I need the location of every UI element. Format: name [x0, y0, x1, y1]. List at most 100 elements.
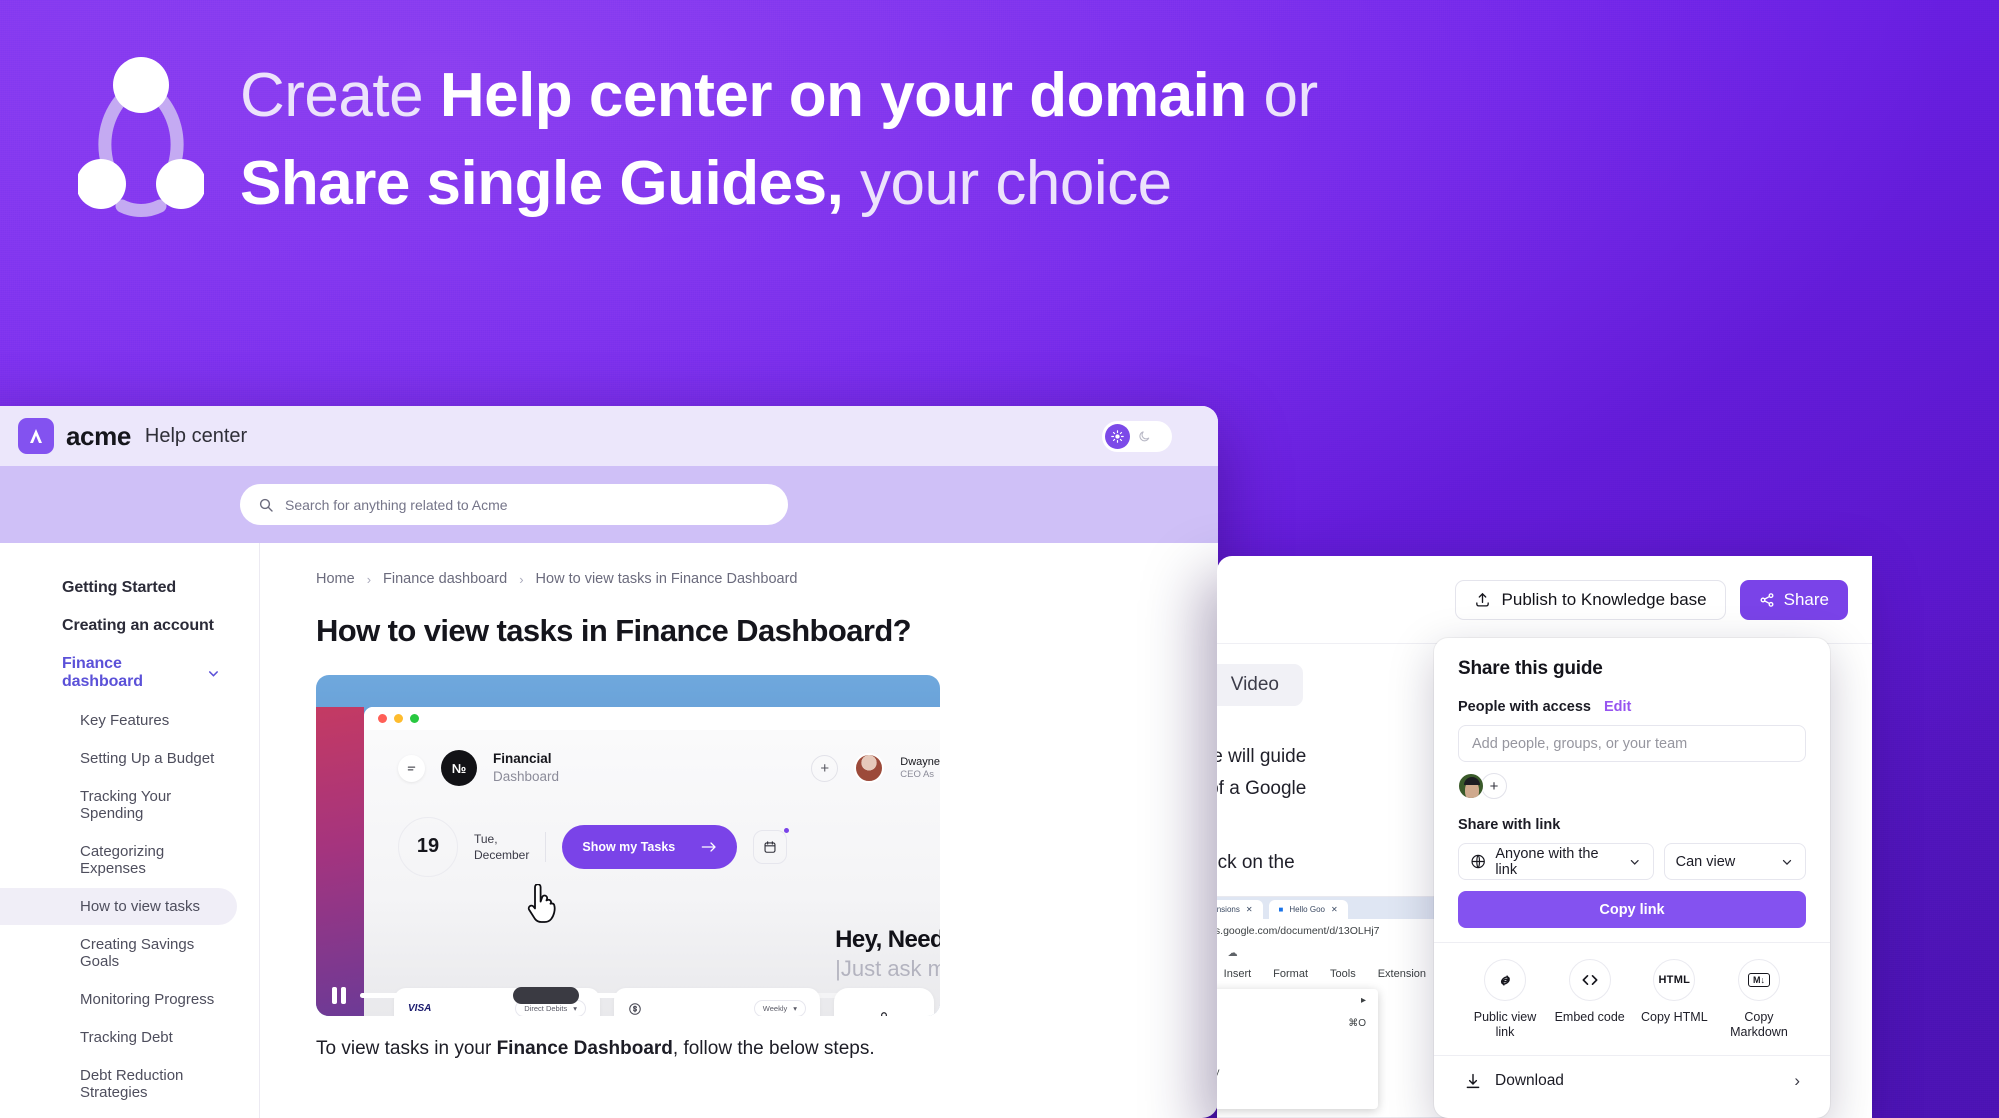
dashboard-user-role: CEO As	[900, 769, 935, 781]
show-my-tasks-label: Show my Tasks	[582, 839, 676, 854]
copy-markdown-action[interactable]: M↓ Copy Markdown	[1718, 959, 1800, 1041]
dashboard-user: Dwayne CEO As	[900, 755, 940, 782]
share-icon	[1760, 592, 1774, 607]
tab-video[interactable]: Video	[1217, 664, 1303, 706]
sidebar-item-debt-reduction-strategies[interactable]: Debt Reduction Strategies	[0, 1057, 237, 1111]
sidebar-item-key-features[interactable]: Key Features	[0, 702, 237, 739]
window-maximize-dot	[410, 714, 419, 723]
dashboard-date: Tue, December	[474, 831, 529, 863]
menu-extensions[interactable]: Extension	[1378, 968, 1426, 980]
avatar[interactable]	[1458, 773, 1484, 799]
action-label: Copy Markdown	[1730, 1010, 1788, 1040]
dashboard-logo: №	[441, 750, 477, 787]
markdown-icon: M↓	[1737, 959, 1780, 1001]
video-browser-window: № Financial Dashboard + Dwayne CEO As 19…	[364, 707, 940, 1016]
calendar-icon[interactable]	[753, 827, 790, 864]
docs-dropdown-menu: ▸ ⌘O a copy	[1217, 989, 1378, 1109]
share-button[interactable]: Share	[1739, 579, 1848, 620]
divider	[1434, 942, 1830, 943]
download-icon	[1466, 1073, 1480, 1088]
sidebar-item-setting-up-a-budget[interactable]: Setting Up a Budget	[0, 740, 237, 777]
browser-tab-hello-doc: ■ Hello Goo ✕	[1268, 900, 1348, 919]
copy-html-action[interactable]: HTML Copy HTML	[1633, 959, 1715, 1041]
html-icon: HTML	[1653, 959, 1696, 1001]
hero-banner: Create Help center on your domain or Sha…	[78, 48, 1958, 228]
upload-icon	[1475, 592, 1489, 607]
sun-icon[interactable]	[1105, 423, 1130, 449]
sidebar-item-creating-savings-goals[interactable]: Creating Savings Goals	[0, 926, 237, 980]
menu-item-shortcut[interactable]: ⌘O	[1217, 1012, 1378, 1035]
tab-label: Extensions	[1217, 905, 1240, 914]
menu-item-submenu[interactable]: ▸	[1217, 989, 1378, 1012]
help-center-window: acme Help center Search for anything rel…	[0, 406, 1218, 1118]
video-progress-bar[interactable]	[360, 986, 926, 1004]
breadcrumb-item-finance-dashboard[interactable]: Finance dashboard	[383, 571, 507, 587]
permission-value: Can view	[1675, 853, 1736, 870]
edit-access-link[interactable]: Edit	[1604, 699, 1631, 715]
people-avatars: +	[1458, 773, 1806, 799]
theme-toggle[interactable]	[1102, 420, 1172, 452]
dashboard-subtitle: Dashboard	[493, 769, 560, 785]
add-people-placeholder: Add people, groups, or your team	[1472, 735, 1688, 752]
menu-item-make-a-copy[interactable]: a copy	[1217, 1061, 1378, 1084]
sidebar-item-creating-an-account[interactable]: Creating an account	[0, 607, 243, 645]
browser-tab-extensions: ✦Extensions✕	[1217, 900, 1263, 919]
video-player[interactable]: № Financial Dashboard + Dwayne CEO As 19…	[316, 675, 940, 1016]
greeting-title: Hey, Need	[835, 926, 940, 953]
dashboard-day: 19	[398, 816, 458, 877]
sidebar-item-finance-dashboard[interactable]: Finance dashboard	[0, 645, 243, 701]
sidebar-item-support-and-troubleshooting[interactable]: Support and Troubleshooting	[0, 1112, 243, 1118]
hero-line1-suffix: or	[1246, 61, 1318, 130]
chevron-right-icon: ›	[1794, 1070, 1800, 1090]
sidebar-item-tracking-debt[interactable]: Tracking Debt	[0, 1019, 237, 1056]
add-people-input[interactable]: Add people, groups, or your team	[1458, 725, 1806, 762]
video-left-gradient	[316, 707, 364, 1016]
menu-insert[interactable]: Insert	[1224, 968, 1252, 980]
plus-icon: +	[811, 754, 839, 782]
add-person-button[interactable]: +	[1481, 773, 1507, 799]
sidebar-item-how-to-view-tasks[interactable]: How to view tasks	[0, 888, 237, 925]
breadcrumb-item-current: How to view tasks in Finance Dashboard	[535, 571, 798, 587]
embed-code-action[interactable]: Embed code	[1549, 959, 1631, 1041]
video-progress-handle[interactable]	[512, 986, 579, 1004]
hero-line1-bold: Help center on your domain	[439, 61, 1247, 130]
help-center-subtitle: Help center	[144, 424, 248, 447]
download-row[interactable]: Download ›	[1458, 1071, 1806, 1091]
date-line-2: December	[474, 847, 530, 862]
hamburger-icon	[398, 754, 425, 782]
permission-select[interactable]: Can view	[1663, 843, 1806, 880]
help-center-topbar: acme Help center	[0, 406, 1218, 466]
show-my-tasks-button[interactable]: Show my Tasks	[562, 824, 738, 869]
acme-logo-icon[interactable]	[18, 418, 54, 454]
sidebar-item-label: Finance dashboard	[62, 655, 143, 690]
sidebar-item-getting-started[interactable]: Getting Started	[0, 569, 243, 607]
public-view-link-action[interactable]: Public view link	[1464, 959, 1546, 1041]
action-label: Embed code	[1554, 1010, 1625, 1024]
publish-to-knowledge-base-button[interactable]: Publish to Knowledge base	[1454, 579, 1726, 620]
hero-line2-bold: Share single Guides,	[240, 149, 844, 219]
window-close-dot	[378, 714, 387, 723]
search-input[interactable]: Search for anything related to Acme	[240, 484, 788, 525]
pause-icon[interactable]	[332, 986, 346, 1004]
body-text-1: To view tasks in your	[316, 1038, 497, 1059]
people-with-access-row: People with access Edit	[1458, 699, 1806, 715]
breadcrumb-separator: ›	[519, 571, 524, 587]
sidebar-item-tracking-your-spending[interactable]: Tracking Your Spending	[0, 778, 237, 832]
window-minimize-dot	[394, 714, 403, 723]
chevron-down-icon	[209, 670, 219, 677]
sidebar-item-categorizing-expenses[interactable]: Categorizing Expenses	[0, 833, 237, 887]
editor-toolbar: Publish to Knowledge base Share	[1217, 556, 1872, 644]
menu-format[interactable]: Format	[1273, 968, 1308, 980]
divider	[545, 831, 547, 862]
brand-name: acme	[66, 420, 131, 451]
moon-icon[interactable]	[1132, 424, 1157, 449]
sidebar-item-monitoring-progress[interactable]: Monitoring Progress	[0, 981, 237, 1018]
hero-line1-prefix: Create	[240, 61, 440, 130]
menu-tools[interactable]: Tools	[1330, 968, 1356, 980]
cloud-icon: ☁	[1227, 947, 1238, 959]
copy-link-button[interactable]: Copy link	[1458, 891, 1806, 928]
video-controls	[316, 974, 940, 1016]
action-label: Public view link	[1473, 1010, 1537, 1040]
breadcrumb-item-home[interactable]: Home	[316, 571, 355, 587]
audience-select[interactable]: Anyone with the link	[1458, 843, 1654, 880]
